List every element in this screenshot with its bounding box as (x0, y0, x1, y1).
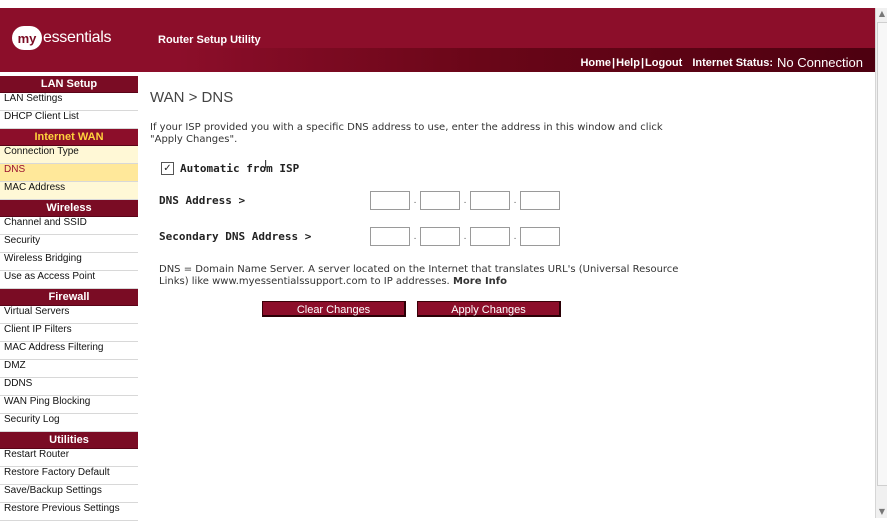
sidebar-section-internet-wan[interactable]: Internet WAN (0, 129, 138, 146)
window-top-edge (0, 0, 887, 8)
sidebar-item-dns[interactable]: DNS (0, 164, 138, 182)
secondary-dns-address-label: Secondary DNS Address > (159, 230, 312, 243)
apply-changes-button[interactable]: Apply Changes (417, 301, 561, 317)
octet-dot: . (463, 195, 467, 206)
sidebar-item-lan-settings[interactable]: LAN Settings (0, 93, 138, 111)
arrow-down-icon[interactable]: ▼ (876, 506, 887, 518)
automatic-from-isp-checkbox[interactable]: ✓ (161, 162, 174, 175)
sidebar-item-wireless-bridging[interactable]: Wireless Bridging (0, 253, 138, 271)
logo: my essentials (12, 26, 111, 50)
action-buttons: Clear Changes Apply Changes (262, 301, 561, 317)
help-link[interactable]: Help (616, 57, 640, 69)
sidebar-item-restore-previous-settings[interactable]: Restore Previous Settings (0, 503, 138, 521)
text-cursor-icon: I (264, 158, 268, 171)
sidebar-item-mac-address-filtering[interactable]: MAC Address Filtering (0, 342, 138, 360)
automatic-from-isp-label: Automatic from ISP (180, 162, 300, 175)
dns-octet-2-input[interactable] (420, 191, 460, 210)
sidebar-item-restore-factory-default[interactable]: Restore Factory Default (0, 467, 138, 485)
octet-dot: . (513, 231, 517, 242)
dns-octet-1-input[interactable] (370, 191, 410, 210)
sidebar-item-ddns[interactable]: DDNS (0, 378, 138, 396)
sidebar-item-security-log[interactable]: Security Log (0, 414, 138, 432)
automatic-from-isp-row[interactable]: ✓ Automatic from ISP (161, 162, 299, 175)
page-title: WAN > DNS (150, 89, 234, 106)
logout-link[interactable]: Logout (645, 57, 682, 69)
octet-dot: . (413, 195, 417, 206)
sidebar-item-save-backup-settings[interactable]: Save/Backup Settings (0, 485, 138, 503)
sidebar-item-dmz[interactable]: DMZ (0, 360, 138, 378)
sidebar-item-security[interactable]: Security (0, 235, 138, 253)
octet-dot: . (513, 195, 517, 206)
sidebar-section-firewall[interactable]: Firewall (0, 289, 138, 306)
sidebar-section-wireless[interactable]: Wireless (0, 200, 138, 217)
clear-changes-button[interactable]: Clear Changes (262, 301, 406, 317)
logo-my-mark: my (12, 26, 42, 50)
more-info-link[interactable]: More Info (453, 276, 507, 287)
dns-address-row: DNS Address > . . . (159, 191, 562, 210)
vertical-scrollbar[interactable]: ▲ ▼ (875, 8, 887, 518)
sidebar-item-mac-address[interactable]: MAC Address (0, 182, 138, 200)
octet-dot: . (413, 231, 417, 242)
sidebar-item-client-ip-filters[interactable]: Client IP Filters (0, 324, 138, 342)
sidebar-item-connection-type[interactable]: Connection Type (0, 146, 138, 164)
home-link[interactable]: Home (580, 57, 611, 69)
sidebar-item-wan-ping-blocking[interactable]: WAN Ping Blocking (0, 396, 138, 414)
sidebar-nav: LAN Setup LAN Settings DHCP Client List … (0, 76, 138, 521)
dns-description-text: DNS = Domain Name Server. A server locat… (159, 264, 679, 287)
logo-text: essentials (43, 29, 112, 46)
intro-text: If your ISP provided you with a specific… (150, 122, 663, 145)
arrow-up-icon[interactable]: ▲ (876, 8, 887, 20)
secondary-dns-octet-2-input[interactable] (420, 227, 460, 246)
top-links: Home | Help | Logout Internet Status: No… (580, 55, 863, 70)
dns-octet-3-input[interactable] (470, 191, 510, 210)
check-icon: ✓ (163, 163, 172, 174)
secondary-dns-address-row: Secondary DNS Address > . . . (159, 227, 562, 246)
secondary-dns-octet-3-input[interactable] (470, 227, 510, 246)
dns-address-label: DNS Address > (159, 194, 246, 207)
sidebar-item-restart-router[interactable]: Restart Router (0, 449, 138, 467)
sidebar-section-utilities[interactable]: Utilities (0, 432, 138, 449)
octet-dot: . (463, 231, 467, 242)
sidebar-item-use-as-access-point[interactable]: Use as Access Point (0, 271, 138, 289)
sidebar-item-dhcp-client-list[interactable]: DHCP Client List (0, 111, 138, 129)
dns-description: DNS = Domain Name Server. A server locat… (159, 264, 679, 288)
sidebar-section-lan-setup[interactable]: LAN Setup (0, 76, 138, 93)
secondary-dns-octet-1-input[interactable] (370, 227, 410, 246)
sidebar-item-channel-and-ssid[interactable]: Channel and SSID (0, 217, 138, 235)
app-title: Router Setup Utility (158, 34, 261, 46)
scrollbar-thumb[interactable] (877, 22, 887, 486)
internet-status-label: Internet Status: (692, 56, 773, 69)
internet-status-value: No Connection (777, 55, 863, 70)
header-bar: my essentials Router Setup Utility Home … (0, 8, 875, 72)
secondary-dns-octet-4-input[interactable] (520, 227, 560, 246)
main-content: WAN > DNS If your ISP provided you with … (150, 84, 870, 317)
dns-octet-4-input[interactable] (520, 191, 560, 210)
sidebar-item-virtual-servers[interactable]: Virtual Servers (0, 306, 138, 324)
